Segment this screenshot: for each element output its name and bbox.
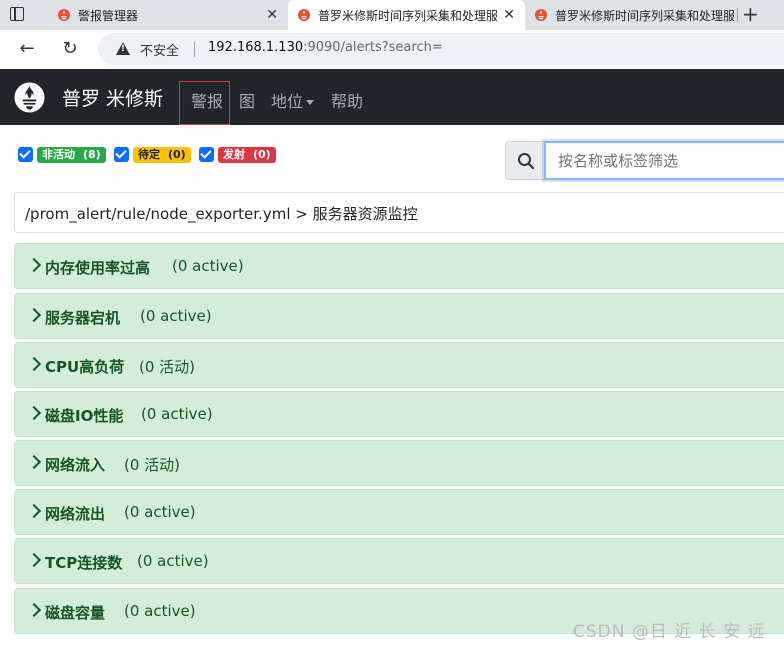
tab-title: 普罗米修斯时间序列采集和处理服 (318, 8, 498, 23)
chevron-right-icon (26, 454, 42, 470)
alert-rule-name: 网络流出 (45, 505, 106, 523)
filter-badge-firing: 发射 (0) (218, 146, 276, 163)
alert-rule-name: TCP连接数 (45, 554, 123, 572)
checkbox-checked-icon[interactable] (18, 147, 33, 162)
omnibox[interactable]: 不安全 192.168.1.130:9090/alerts?search= (98, 33, 784, 65)
alert-rule-name: 网络流入 (45, 456, 106, 474)
alert-rule-state: (0 active) (140, 307, 212, 325)
chevron-right-icon (26, 405, 42, 421)
tab-separator (737, 8, 738, 22)
badge-count: (0) (168, 147, 186, 161)
browser-tab-strip: 警报管理器 ✕ 普罗米修斯时间序列采集和处理服 ✕ 普罗米修斯时间序列采集和处理… (0, 0, 784, 30)
url-text[interactable]: 192.168.1.130:9090/alerts?search= (208, 40, 443, 55)
new-tab-button[interactable]: + (742, 3, 759, 25)
prometheus-favicon-icon (298, 9, 310, 21)
badge-label: 非活动 (42, 147, 75, 161)
alert-rule-name: CPU高负荷 (45, 358, 125, 376)
alert-rule-state: (0 active) (137, 552, 209, 570)
alert-rule-state: (0 active) (172, 257, 244, 275)
alert-rule-state: (0 active) (124, 503, 196, 521)
url-host: 192.168.1.130 (208, 40, 304, 55)
alert-rule-name: 服务器宕机 (45, 309, 121, 327)
alert-rule-state: (0 active) (124, 602, 196, 620)
rule-file-path: /prom_alert/rule/node_exporter.yml > 服务器… (25, 205, 418, 223)
alert-rule-name: 磁盘容量 (45, 604, 106, 622)
nav-highlight-box (179, 81, 230, 125)
filter-inactive[interactable]: 非活动 (8) (18, 146, 106, 163)
checkbox-checked-icon[interactable] (199, 147, 214, 162)
chevron-right-icon (26, 602, 42, 618)
chevron-down-icon (306, 100, 315, 105)
alert-rule-item[interactable]: 磁盘IO性能 (0 active) (14, 391, 784, 437)
brand-title[interactable]: 普罗 米修斯 (62, 84, 163, 111)
alert-rule-name: 磁盘IO性能 (45, 407, 124, 425)
back-arrow-icon[interactable]: ← (16, 38, 38, 60)
nav-item-help[interactable]: 帮助 (331, 88, 363, 112)
chevron-right-icon (26, 257, 42, 273)
tab-title: 普罗米修斯时间序列采集和处理服 (555, 8, 736, 23)
badge-count: (8) (83, 147, 101, 161)
prometheus-logo-icon[interactable] (14, 82, 45, 113)
search-button[interactable] (505, 141, 545, 180)
prometheus-navbar: 普罗 米修斯 警报 图 地位 帮助 (0, 69, 784, 125)
prometheus-favicon-icon (58, 9, 70, 21)
alert-rule-item[interactable]: 服务器宕机 (0 active) (14, 293, 784, 339)
security-label[interactable]: 不安全 (140, 40, 179, 59)
address-bar-row: ← ↻ 不安全 192.168.1.130:9090/alerts?search… (0, 30, 784, 68)
chevron-right-icon (26, 356, 42, 372)
badge-label: 发射 (223, 147, 245, 161)
badge-count: (0) (253, 147, 271, 161)
close-icon[interactable]: ✕ (503, 7, 515, 23)
chevron-right-icon (26, 503, 42, 519)
alert-rule-state: (0 活动) (124, 456, 181, 474)
browser-tab-prometheus-active[interactable]: 普罗米修斯时间序列采集和处理服 ✕ (288, 0, 525, 30)
alert-rule-name: 内存使用率过高 (45, 259, 151, 277)
url-separator (194, 42, 195, 57)
search-icon (518, 153, 535, 170)
browser-tab-prometheus[interactable]: 普罗米修斯时间序列采集和处理服 (525, 0, 737, 30)
alert-rule-item[interactable]: 网络流出 (0 active) (14, 489, 784, 535)
tab-actions-icon[interactable] (10, 7, 24, 21)
search-input[interactable] (544, 141, 784, 180)
url-path: :9090/alerts?search= (303, 40, 443, 55)
filter-pending[interactable]: 待定 (0) (114, 146, 191, 163)
alert-rule-item[interactable]: TCP连接数 (0 active) (14, 538, 784, 584)
close-icon[interactable]: ✕ (266, 7, 278, 23)
tab-title: 警报管理器 (78, 8, 139, 23)
reload-icon[interactable]: ↻ (59, 38, 81, 60)
warning-icon (116, 42, 130, 55)
alert-rule-state: (0 active) (141, 405, 213, 423)
badge-label: 待定 (138, 147, 160, 161)
alert-rule-state: (0 活动) (139, 358, 196, 376)
checkbox-checked-icon[interactable] (114, 147, 129, 162)
rule-file-header: /prom_alert/rule/node_exporter.yml > 服务器… (14, 192, 784, 233)
filter-firing[interactable]: 发射 (0) (199, 146, 276, 163)
prometheus-favicon-icon (535, 9, 547, 21)
alert-rule-item[interactable]: 内存使用率过高 (0 active) (14, 243, 784, 289)
nav-item-status[interactable]: 地位 (271, 88, 315, 112)
alert-rule-item[interactable]: 网络流入 (0 活动) (14, 440, 784, 486)
watermark: CSDN @日 近 长 安 远 (573, 622, 766, 642)
nav-item-status-label: 地位 (271, 92, 304, 111)
browser-tab-alertmanager[interactable]: 警报管理器 ✕ (48, 0, 288, 30)
alert-rule-item[interactable]: CPU高负荷 (0 活动) (14, 342, 784, 388)
chevron-right-icon (26, 552, 42, 568)
nav-item-graph[interactable]: 图 (239, 88, 255, 112)
filter-badge-inactive: 非活动 (8) (37, 146, 106, 163)
filter-badge-pending: 待定 (0) (133, 146, 191, 163)
chevron-right-icon (26, 307, 42, 323)
